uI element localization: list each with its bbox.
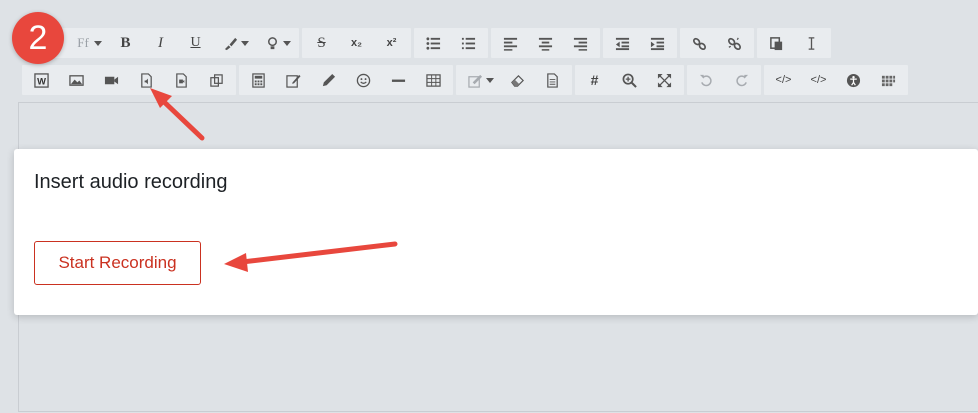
outdent-icon[interactable] [605, 28, 640, 58]
toolbar-group-tools [239, 65, 453, 95]
image-icon[interactable] [59, 65, 94, 95]
toolbar-group-lists [414, 28, 488, 58]
toolbar-group-links [680, 28, 754, 58]
html-icon[interactable]: </> [766, 65, 801, 95]
align-center-icon[interactable] [528, 28, 563, 58]
horizontal-rule-icon[interactable] [381, 65, 416, 95]
emoji-icon[interactable] [346, 65, 381, 95]
paste-icon[interactable] [759, 28, 794, 58]
unordered-list-icon[interactable] [416, 28, 451, 58]
edit-icon[interactable] [276, 65, 311, 95]
toolbar-row-2: W # </> </> [22, 65, 908, 95]
clear-formatting-icon[interactable] [794, 28, 829, 58]
copy-icon[interactable] [199, 65, 234, 95]
svg-text:W: W [37, 76, 46, 86]
redo-icon[interactable] [724, 65, 759, 95]
superscript-icon[interactable]: x² [374, 28, 409, 58]
unlink-icon[interactable] [717, 28, 752, 58]
undo-icon[interactable] [689, 65, 724, 95]
audio-recording-icon[interactable] [129, 65, 164, 95]
toolbar-row-1: i Ff B I U S x₂ x² [22, 28, 831, 58]
toolbar-group-align [491, 28, 600, 58]
toolbar-group-history [687, 65, 761, 95]
toolbar-group-view: # [575, 65, 684, 95]
highlight-icon[interactable] [255, 28, 297, 58]
eraser-icon[interactable] [500, 65, 535, 95]
align-left-icon[interactable] [493, 28, 528, 58]
code-icon[interactable]: </> [801, 65, 836, 95]
video-recording-icon[interactable] [164, 65, 199, 95]
form-icon[interactable] [458, 65, 500, 95]
toolbar-group-script: S x₂ x² [302, 28, 411, 58]
toolbar-group-forms [456, 65, 572, 95]
screenreader-icon[interactable] [871, 65, 906, 95]
underline-icon[interactable]: U [178, 28, 213, 58]
link-icon[interactable] [682, 28, 717, 58]
dialog-title: Insert audio recording [34, 171, 228, 193]
video-icon[interactable] [94, 65, 129, 95]
hashtag-icon[interactable]: # [577, 65, 612, 95]
pencil-icon[interactable] [311, 65, 346, 95]
font-family-icon[interactable]: Ff [66, 28, 108, 58]
start-recording-button[interactable]: Start Recording [34, 241, 201, 285]
toolbar-group-paste [757, 28, 831, 58]
subscript-icon[interactable]: x₂ [339, 28, 374, 58]
align-right-icon[interactable] [563, 28, 598, 58]
toolbar-group-media: W [22, 65, 236, 95]
accessibility-icon[interactable] [836, 65, 871, 95]
document-icon[interactable] [535, 65, 570, 95]
ordered-list-icon[interactable] [451, 28, 486, 58]
toolbar-group-indent [603, 28, 677, 58]
zoom-icon[interactable] [612, 65, 647, 95]
word-import-icon[interactable]: W [24, 65, 59, 95]
calculator-icon[interactable] [241, 65, 276, 95]
italic-icon[interactable]: I [143, 28, 178, 58]
indent-icon[interactable] [640, 28, 675, 58]
step-number-badge: 2 [12, 12, 64, 64]
bold-icon[interactable]: B [108, 28, 143, 58]
font-color-icon[interactable] [213, 28, 255, 58]
insert-audio-dialog: Insert audio recording Start Recording [14, 149, 978, 315]
strikethrough-icon[interactable]: S [304, 28, 339, 58]
toolbar-group-code: </> </> [764, 65, 908, 95]
editor-toolbar: i Ff B I U S x₂ x² [18, 22, 978, 102]
table-icon[interactable] [416, 65, 451, 95]
fullscreen-icon[interactable] [647, 65, 682, 95]
